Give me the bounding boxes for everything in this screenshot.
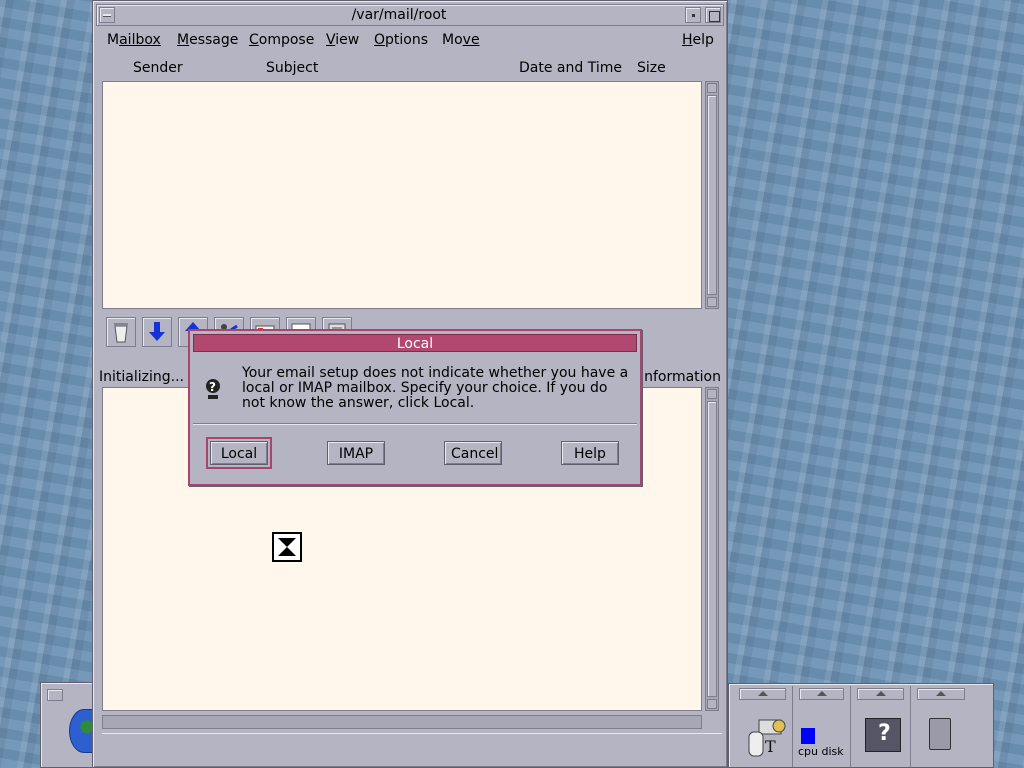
cpu-disk-label: cpu disk — [798, 745, 844, 758]
window-menu-button[interactable] — [99, 7, 115, 23]
message-list[interactable] — [102, 81, 702, 309]
message-list-scrollbar[interactable] — [705, 81, 719, 309]
scroll-thumb[interactable] — [707, 95, 717, 295]
column-subject[interactable]: Subject — [266, 60, 318, 76]
hourglass-icon — [272, 532, 302, 562]
window-titlebar[interactable]: /var/mail/root — [96, 4, 724, 26]
scroll-down-arrow[interactable] — [707, 297, 717, 307]
menu-compose[interactable]: Compose — [249, 32, 314, 48]
message-view-hscrollbar[interactable] — [102, 715, 702, 729]
trash-icon[interactable] — [929, 718, 951, 750]
column-sender[interactable]: Sender — [133, 60, 183, 76]
imap-button[interactable]: IMAP — [327, 441, 385, 465]
information-label: nformation — [644, 369, 721, 385]
status-message: Initializing... — [99, 369, 184, 385]
menu-message[interactable]: Message — [177, 32, 238, 48]
tools-icon[interactable]: T — [745, 716, 789, 758]
message-view-scrollbar[interactable] — [705, 387, 719, 711]
maximize-button[interactable] — [705, 7, 721, 23]
menu-view[interactable]: View — [326, 32, 359, 48]
subpanel-arrow[interactable] — [857, 688, 904, 700]
column-size[interactable]: Size — [637, 60, 666, 76]
window-title: /var/mail/root — [351, 7, 447, 23]
menu-mailbox[interactable]: Mailbox — [107, 32, 161, 48]
panel-handle[interactable] — [47, 689, 63, 701]
question-icon: ? — [206, 379, 220, 399]
help-books-icon[interactable]: ? — [865, 718, 901, 752]
help-button[interactable]: Help — [561, 441, 619, 465]
scroll-up-arrow[interactable] — [707, 83, 717, 93]
menu-options[interactable]: Options — [374, 32, 428, 48]
dialog-message: Your email setup does not indicate wheth… — [242, 365, 629, 411]
subpanel-arrow[interactable] — [739, 688, 786, 700]
cpu-meter-icon[interactable] — [801, 728, 815, 744]
subpanel-arrow[interactable] — [917, 688, 965, 700]
svg-text:T: T — [765, 737, 776, 756]
window-footer — [102, 733, 722, 763]
dialog-title[interactable]: Local — [193, 334, 637, 352]
panel-slot-tools: T — [733, 686, 793, 767]
local-button[interactable]: Local — [206, 437, 272, 469]
minimize-button[interactable] — [685, 7, 701, 23]
cancel-button[interactable]: Cancel — [444, 441, 502, 465]
dialog-separator — [193, 423, 637, 425]
delete-tool-button[interactable] — [106, 317, 136, 347]
message-list-headers: Sender Subject Date and Time Size — [96, 58, 724, 78]
menu-help[interactable]: Help — [682, 32, 714, 48]
menubar: Mailbox Message Compose View Options Mov… — [96, 28, 724, 54]
scroll-up-arrow[interactable] — [707, 389, 717, 399]
arrow-down-icon — [149, 322, 165, 341]
scroll-thumb[interactable] — [707, 401, 717, 697]
subpanel-arrow[interactable] — [799, 688, 844, 700]
front-panel-right: T cpu disk ? — [728, 683, 994, 768]
svg-text:?: ? — [209, 380, 216, 394]
mailbox-type-dialog: Local ? Your email setup does not indica… — [188, 329, 642, 486]
menu-move[interactable]: Move — [442, 32, 480, 48]
column-date[interactable]: Date and Time — [519, 60, 622, 76]
trash-can-icon — [114, 323, 128, 343]
next-message-button[interactable] — [142, 317, 172, 347]
scroll-down-arrow[interactable] — [707, 699, 717, 709]
front-panel-left — [40, 682, 99, 768]
